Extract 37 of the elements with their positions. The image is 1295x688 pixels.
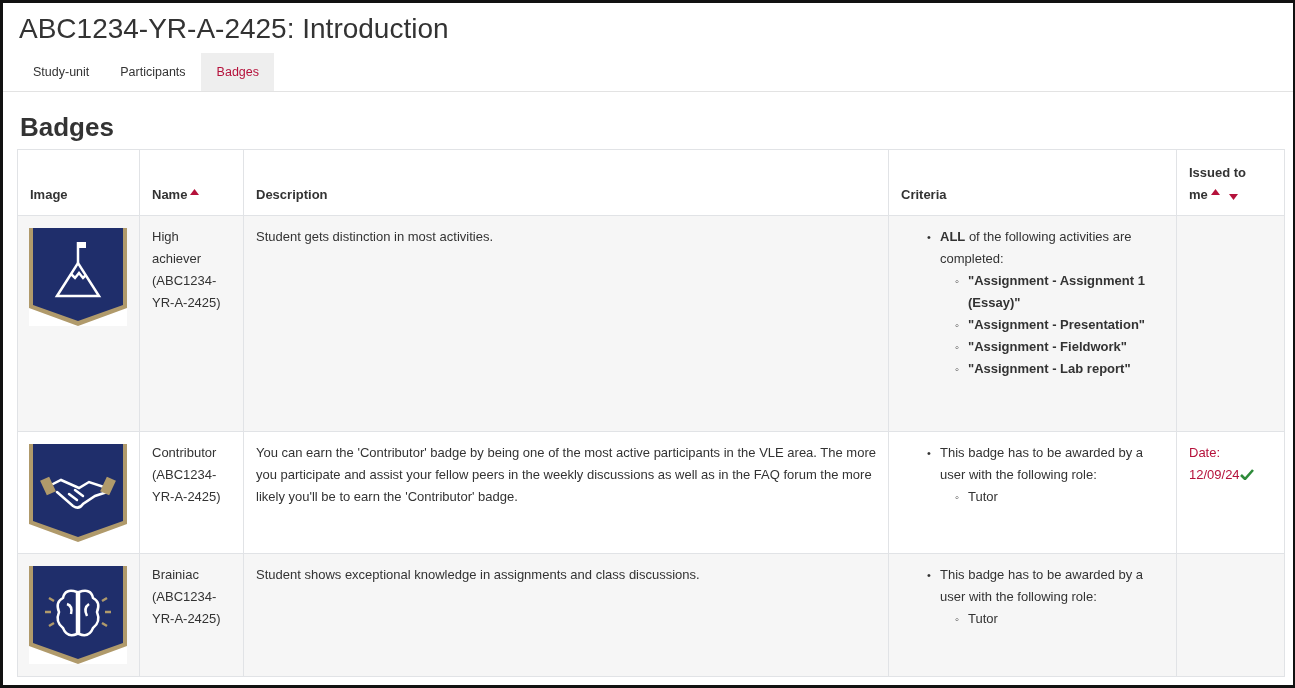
- column-header[interactable]: Description: [256, 184, 328, 206]
- badge-description: Student gets distinction in most activities.: [256, 229, 493, 244]
- criteria-item: "Assignment - Fieldwork": [968, 338, 1128, 356]
- criteria-text: ALL of the following activities are completed:: [940, 228, 1133, 268]
- bullet: •: [927, 568, 932, 583]
- bullet: ◦: [955, 490, 960, 505]
- bullet: ◦: [955, 612, 960, 627]
- brain-badge-icon: [29, 566, 127, 664]
- criteria-item: Tutor: [968, 610, 999, 628]
- criteria-text: This badge has to be awarded by a user with the following role:: [940, 566, 1145, 606]
- tab[interactable]: Study-unit: [17, 53, 105, 91]
- issued-date: Date: 12/09/24: [1189, 445, 1240, 482]
- tab[interactable]: Badges: [200, 53, 274, 91]
- criteria-item: "Assignment - Assignment 1 (Essay)": [968, 272, 1146, 312]
- mountain-badge-icon: [29, 228, 127, 326]
- section-heading: Badges: [20, 112, 115, 143]
- column-header[interactable]: Name: [152, 184, 200, 206]
- handshake-badge-icon: [29, 444, 127, 542]
- sort-up-icon[interactable]: [1210, 189, 1220, 195]
- sort-down-icon[interactable]: [1228, 194, 1238, 200]
- tab[interactable]: Participants: [104, 53, 201, 91]
- bullet: ◦: [955, 362, 960, 377]
- bullet: ◦: [955, 318, 960, 333]
- bullet: ◦: [955, 340, 960, 355]
- criteria-item: "Assignment - Lab report": [968, 360, 1132, 378]
- criteria-item: Tutor: [968, 488, 999, 506]
- badge-description: Student shows exceptional knowledge in assignments and class discussions.: [256, 567, 700, 582]
- bullet: ◦: [955, 274, 960, 289]
- badge-description: You can earn the 'Contributor' badge by being one of the most active participants in the VLE area. The more you participate and assist your fellow peers in the weekly discussions as well as in the FAQ forum the more likely you'll be to earn the 'Contributor' badge.: [256, 445, 876, 504]
- criteria-text: This badge has to be awarded by a user with the following role:: [940, 444, 1145, 484]
- column-header[interactable]: Criteria: [901, 184, 947, 206]
- criteria-item: "Assignment - Presentation": [968, 316, 1147, 334]
- page-title: ABC1234-YR-A-2425: Introduction: [19, 13, 450, 45]
- bullet: •: [927, 446, 932, 461]
- bullet: •: [927, 230, 932, 245]
- sort-up-icon[interactable]: [190, 189, 200, 195]
- column-header[interactable]: Image: [30, 184, 68, 206]
